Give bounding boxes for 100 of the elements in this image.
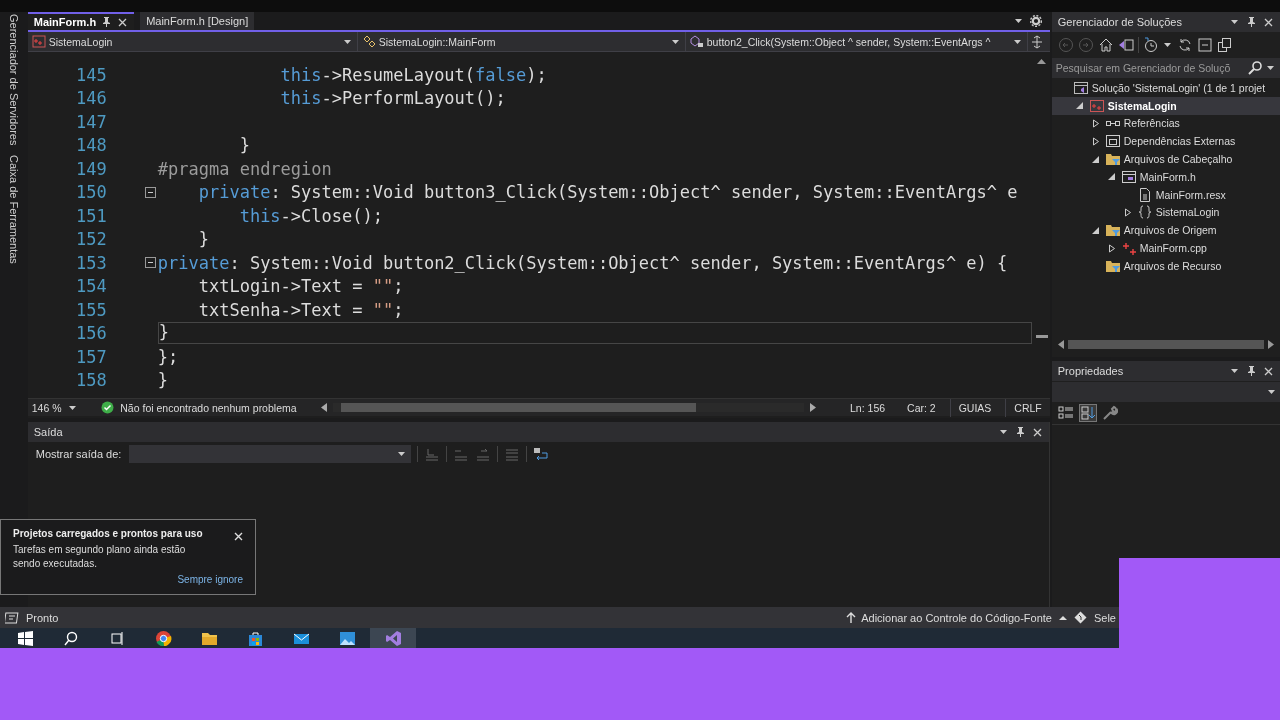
alphabetical-icon[interactable] [1078,404,1097,422]
repository-button[interactable]: Sele [1093,611,1116,624]
close-icon[interactable] [1263,16,1274,28]
ignore-link[interactable]: Sempre ignore [177,573,243,586]
code-line: #pragma endregion [157,158,333,179]
wrench-icon[interactable] [1101,405,1118,421]
dropdown-caret-icon[interactable] [1230,18,1240,26]
navigation-dropdown[interactable]: button2_Click(System::Object ^ sender, System::EventArgs ^ [685,32,1028,51]
expanded-arrow-icon[interactable] [1091,225,1100,235]
code-line: } [157,370,170,391]
expanded-arrow-icon[interactable] [1075,101,1084,111]
output-window-icon [5,611,19,624]
switch-view-icon[interactable] [1117,37,1134,53]
close-icon[interactable] [1263,365,1274,377]
notification-title: Projetos carregados e prontos para uso [13,528,204,541]
line-number: 157 [75,346,107,367]
collapse-icon[interactable] [144,186,156,198]
dropdown-caret-icon [67,403,78,412]
collapse-all-icon[interactable] [1196,37,1213,53]
dropdown-caret-icon[interactable] [998,428,1009,436]
tree-item[interactable]: Solução 'SistemaLogin' (1 de 1 projet [1051,79,1280,97]
file-tab[interactable]: MainForm.h [Design] [140,12,255,30]
scroll-left-icon[interactable] [1057,339,1064,349]
dependencies-icon [1104,133,1121,150]
code-line: this->ResumeLayout(false); [279,64,548,85]
class-icon [361,35,376,48]
history-icon[interactable] [1142,37,1159,53]
tree-item[interactable]: MainForm.h [1051,168,1280,186]
line-ending-indicator[interactable]: CRLF [1005,398,1050,417]
line-number: 153 [75,252,107,273]
file-tab[interactable]: MainForm.h [27,12,135,30]
indent-indicator[interactable]: GUIAS [949,398,1000,417]
refresh-icon[interactable] [1176,37,1193,53]
issues-status: Não foi encontrado nenhum problema [120,401,297,414]
collapse-icon[interactable] [144,257,156,269]
collapsed-arrow-icon[interactable] [1091,136,1100,146]
categorized-icon[interactable] [1057,405,1074,421]
expanded-arrow-icon[interactable] [1091,154,1100,164]
scroll-right-icon[interactable] [810,403,817,412]
tree-item[interactable]: Arquivos de Recurso [1051,256,1280,275]
search-placeholder: Pesquisar em Gerenciador de Soluçõ [1055,62,1232,74]
code-line: }; [157,346,180,367]
collapsed-arrow-icon[interactable] [1107,243,1116,253]
dropdown-value: button2_Click(System::Object ^ sender, System::EventArgs ^ [706,35,991,48]
collapsed-arrow-icon[interactable] [1091,119,1100,128]
pin-icon[interactable] [1246,365,1257,377]
dropdown-caret-icon [397,450,408,458]
tree-item[interactable]: Arquivos de Cabeçalho [1051,150,1280,168]
collapsed-arrow-icon[interactable] [1123,207,1132,217]
pin-icon[interactable] [101,16,113,28]
side-tab[interactable]: Caixa de Ferramentas [7,155,20,265]
split-icon[interactable] [1030,34,1043,49]
line-number: 149 [75,158,107,179]
tree-item[interactable]: Referências [1051,114,1280,133]
pin-icon[interactable] [1014,426,1026,438]
navigation-dropdown[interactable]: SistemaLogin [27,32,358,51]
column-indicator[interactable]: Car: 2 [899,401,944,414]
tree-item[interactable]: SistemaLogin [1051,203,1280,222]
browser-icon [154,630,172,647]
goto-output-icon [424,446,441,462]
line-indicator[interactable]: Ln: 156 [842,401,894,414]
close-icon[interactable] [1031,426,1043,438]
filter-folder-icon [1104,151,1121,168]
home-icon[interactable] [1097,37,1114,53]
tree-item[interactable]: Dependências Externas [1051,132,1280,151]
navigation-dropdown[interactable]: SistemaLogin::MainForm [357,32,686,51]
pin-icon[interactable] [1246,16,1257,28]
dropdown-caret-icon[interactable] [1230,367,1240,375]
scroll-right-icon[interactable] [1268,339,1274,349]
line-number: 145 [75,64,107,85]
tree-item[interactable]: SistemaLogin [1051,96,1280,115]
close-icon[interactable] [117,16,129,28]
line-number: 151 [75,205,107,226]
ide-icon [384,630,402,647]
horizontal-scrollbar[interactable] [332,403,805,412]
expanded-arrow-icon[interactable] [1107,172,1116,182]
code-line: txtSenha->Text = ""; [197,299,405,320]
source-control-button[interactable]: Adicionar ao Controle do Código-Fonte [861,611,1052,624]
code-line: this->Close(); [238,205,384,226]
tree-item[interactable]: MainForm.resx [1051,185,1280,204]
side-tab[interactable]: Gerenciador de Servidores [7,14,20,146]
form-file-icon [1120,168,1137,185]
dropdown-caret-icon[interactable] [1013,17,1024,25]
settings-icon[interactable] [1029,15,1042,27]
copy-icon[interactable] [1216,37,1233,53]
scroll-left-icon[interactable] [320,403,327,412]
search-icon[interactable] [1248,61,1262,75]
scroll-up-icon[interactable] [1037,58,1047,64]
close-icon[interactable] [234,532,243,541]
dropdown-caret-icon [1012,37,1023,46]
field-label: Mostrar saída de: [35,448,122,460]
scrollbar-thumb[interactable] [1067,339,1264,349]
tree-item[interactable]: MainForm.cpp [1051,239,1280,257]
tree-item[interactable]: Arquivos de Origem [1051,221,1280,240]
dropdown-caret-icon[interactable] [1162,41,1173,49]
search-field[interactable]: Pesquisar em Gerenciador de Soluçõ [1051,58,1280,78]
word-wrap-icon[interactable] [533,446,550,462]
code-line: private: System::Void button2_Click(System::Object^ sender, System::EventArgs^ e) { [157,252,1009,273]
code-line: txtLogin->Text = ""; [197,276,405,297]
zoom-dropdown[interactable]: 146 % [27,401,96,414]
